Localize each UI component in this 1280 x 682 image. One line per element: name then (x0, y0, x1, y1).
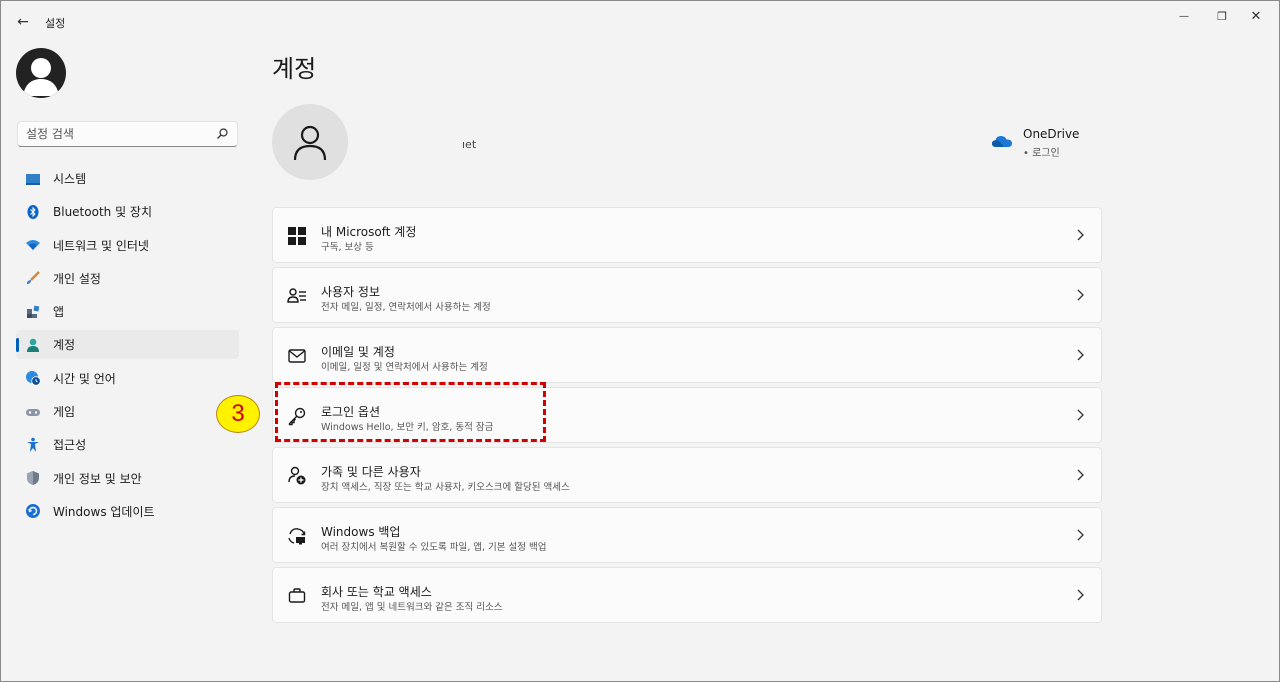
globe-clock-icon (25, 370, 41, 386)
back-arrow-icon: ← (17, 14, 29, 30)
search-box (17, 121, 238, 147)
sidebar-item-label: 개인 설정 (53, 271, 101, 286)
app-title: 설정 (45, 17, 66, 30)
sidebar-item-apps[interactable]: 앱 (16, 297, 239, 326)
chevron-right-icon (1077, 409, 1084, 421)
sidebar-item-network[interactable]: 네트워크 및 인터넷 (16, 231, 239, 260)
settings-window: ← 설정 — ❐ ✕ 시스템 (0, 0, 1280, 682)
search-input[interactable] (26, 125, 206, 143)
onedrive-status: • 로그인 (1023, 148, 1060, 159)
card-title: 내 Microsoft 계정 (321, 225, 417, 239)
sidebar-item-personalization[interactable]: 개인 설정 (16, 264, 239, 293)
person-outline-icon (293, 125, 327, 161)
sidebar-item-label: 게임 (53, 405, 76, 420)
shield-icon (25, 470, 41, 486)
card-subtitle: 장치 액세스, 직장 또는 학교 사용자, 키오스크에 할당된 액세스 (321, 482, 570, 493)
card-microsoft-account[interactable]: 내 Microsoft 계정 구독, 보상 등 (272, 207, 1102, 263)
apps-icon (25, 304, 41, 320)
close-icon: ✕ (1250, 8, 1262, 24)
sidebar-nav: 시스템 Bluetooth 및 장치 네트워크 및 인터넷 개인 설정 앱 계정… (16, 164, 239, 530)
sidebar-item-accounts[interactable]: 계정 (16, 330, 239, 360)
person-icon (25, 337, 41, 353)
chevron-right-icon (1077, 529, 1084, 541)
briefcase-icon (287, 586, 307, 606)
sidebar-item-windows-update[interactable]: Windows 업데이트 (16, 497, 239, 526)
card-subtitle: 전자 메일, 일정, 연락처에서 사용하는 계정 (321, 302, 491, 313)
card-title: 회사 또는 학교 액세스 (321, 585, 432, 599)
sidebar-item-label: 계정 (53, 338, 76, 353)
card-subtitle: 여러 장치에서 복원할 수 있도록 파일, 앱, 기본 설정 백업 (321, 542, 547, 553)
sidebar-item-label: 시간 및 언어 (53, 371, 116, 386)
sidebar-item-gaming[interactable]: 게임 (16, 397, 239, 426)
account-email: ıet (462, 138, 477, 151)
highlight-dashed-box (275, 382, 546, 442)
default-user-avatar-icon (23, 58, 59, 96)
windows-logo-icon (287, 226, 307, 246)
family-add-icon (287, 466, 307, 486)
minimize-icon: — (1179, 10, 1189, 22)
sidebar-item-label: Bluetooth 및 장치 (53, 205, 153, 220)
sidebar-item-label: 개인 정보 및 보안 (53, 471, 142, 486)
card-subtitle: 구독, 보상 등 (321, 242, 374, 253)
card-subtitle: 이메일, 일정 및 연락처에서 사용하는 계정 (321, 362, 488, 373)
sidebar-item-label: Windows 업데이트 (53, 504, 155, 519)
card-subtitle: 전자 메일, 앱 및 네트워크와 같은 조직 리소스 (321, 602, 503, 613)
sidebar-item-time-language[interactable]: 시간 및 언어 (16, 364, 239, 393)
page-title: 계정 (272, 55, 317, 83)
chevron-right-icon (1077, 289, 1084, 301)
onedrive-title[interactable]: OneDrive (1023, 127, 1079, 141)
sidebar-item-label: 앱 (53, 305, 65, 320)
sidebar-item-system[interactable]: 시스템 (16, 164, 239, 193)
accessibility-icon (25, 437, 41, 453)
mail-icon (287, 346, 307, 366)
card-family-other-users[interactable]: 가족 및 다른 사용자 장치 액세스, 직장 또는 학교 사용자, 키오스크에 … (272, 447, 1102, 503)
card-email-accounts[interactable]: 이메일 및 계정 이메일, 일정 및 연락처에서 사용하는 계정 (272, 327, 1102, 383)
card-your-info[interactable]: 사용자 정보 전자 메일, 일정, 연락처에서 사용하는 계정 (272, 267, 1102, 323)
sidebar-item-privacy-security[interactable]: 개인 정보 및 보안 (16, 464, 239, 493)
monitor-icon (25, 171, 41, 187)
update-icon (25, 503, 41, 519)
brush-icon (25, 270, 41, 286)
chevron-right-icon (1077, 589, 1084, 601)
card-title: 사용자 정보 (321, 285, 381, 299)
sidebar-item-bluetooth[interactable]: Bluetooth 및 장치 (16, 197, 239, 226)
card-windows-backup[interactable]: Windows 백업 여러 장치에서 복원할 수 있도록 파일, 앱, 기본 설… (272, 507, 1102, 563)
card-title: Windows 백업 (321, 525, 401, 539)
gamepad-icon (25, 404, 41, 420)
wifi-icon (25, 237, 41, 253)
sidebar-item-label: 네트워크 및 인터넷 (53, 238, 149, 253)
sidebar-item-label: 접근성 (53, 438, 87, 453)
bluetooth-icon (25, 204, 41, 220)
search-icon[interactable] (215, 127, 229, 141)
card-title: 가족 및 다른 사용자 (321, 465, 421, 479)
sidebar-item-accessibility[interactable]: 접근성 (16, 430, 239, 459)
chevron-right-icon (1077, 469, 1084, 481)
back-button[interactable]: ← (9, 9, 37, 35)
step-number-badge: 3 (216, 395, 260, 433)
account-avatar[interactable] (272, 104, 348, 180)
card-title: 이메일 및 계정 (321, 345, 395, 359)
title-bar: ← 설정 — ❐ ✕ (1, 1, 1279, 41)
onedrive-cloud-icon (992, 136, 1012, 147)
user-info-icon (287, 286, 307, 306)
sidebar-item-label: 시스템 (53, 172, 87, 186)
backup-icon (287, 526, 307, 546)
restore-icon: ❐ (1217, 9, 1227, 23)
chevron-right-icon (1077, 349, 1084, 361)
chevron-right-icon (1077, 229, 1084, 241)
close-button[interactable]: ✕ (1233, 1, 1279, 31)
card-work-school-access[interactable]: 회사 또는 학교 액세스 전자 메일, 앱 및 네트워크와 같은 조직 리소스 (272, 567, 1102, 623)
profile-picture[interactable] (16, 48, 66, 98)
